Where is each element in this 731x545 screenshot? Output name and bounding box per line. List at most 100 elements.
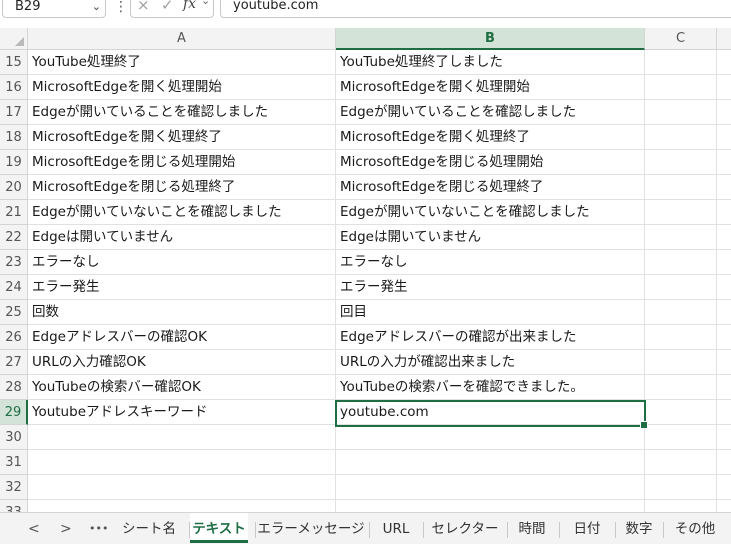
column-header-a[interactable]: A [28,28,336,50]
cell-c[interactable] [645,225,717,250]
cell-a[interactable]: Youtubeアドレスキーワード [28,400,336,425]
cell-b[interactable] [336,475,645,500]
cell-d[interactable] [717,375,731,400]
cell-b[interactable]: MicrosoftEdgeを閉じる処理開始 [336,150,645,175]
cell-a[interactable] [28,450,336,475]
cell-b[interactable] [336,500,645,512]
cell-c[interactable] [645,200,717,225]
cell-b[interactable]: Edgeが開いていることを確認しました [336,100,645,125]
cell-c[interactable] [645,50,717,75]
cell-a[interactable]: MicrosoftEdgeを閉じる処理開始 [28,150,336,175]
cell-d[interactable] [717,150,731,175]
sheet-tab[interactable]: 時間 [508,513,556,545]
cell-c[interactable] [645,175,717,200]
name-box[interactable]: B29 ⌄ [2,0,106,18]
cell-b[interactable]: 回目 [336,300,645,325]
cell-d[interactable] [717,500,731,512]
sheet-tab[interactable]: テキスト [190,513,248,543]
cell-a[interactable]: エラー発生 [28,275,336,300]
prev-sheet-icon[interactable]: < [28,513,40,545]
chevron-down-icon[interactable]: ⌄ [201,0,210,7]
cell-c[interactable] [645,150,717,175]
insert-function-icon[interactable]: fx [183,0,196,12]
next-sheet-icon[interactable]: > [60,513,72,545]
cell-c[interactable] [645,425,717,450]
row-header[interactable]: 27 [0,350,28,375]
cell-b[interactable] [336,425,645,450]
cell-a[interactable]: YouTube処理終了 [28,50,336,75]
cell-b[interactable]: Edgeアドレスバーの確認が出来ました [336,325,645,350]
cell-c[interactable] [645,300,717,325]
cell-b[interactable]: youtube.com [336,400,645,425]
cell-c[interactable] [645,375,717,400]
cell-c[interactable] [645,350,717,375]
cell-b[interactable] [336,450,645,475]
cell-b[interactable]: Edgeは開いていません [336,225,645,250]
cell-b[interactable]: Edgeが開いていないことを確認しました [336,200,645,225]
cell-d[interactable] [717,250,731,275]
cell-c[interactable] [645,325,717,350]
cell-d[interactable] [717,200,731,225]
row-header[interactable]: 25 [0,300,28,325]
cell-d[interactable] [717,475,731,500]
row-header[interactable]: 22 [0,225,28,250]
row-header[interactable]: 33 [0,500,28,512]
cell-c[interactable] [645,475,717,500]
row-header[interactable]: 28 [0,375,28,400]
cell-b[interactable]: URLの入力が確認出来ました [336,350,645,375]
row-header[interactable]: 21 [0,200,28,225]
sheet-tab[interactable]: セレクター [424,513,506,545]
row-header[interactable]: 29 [0,400,28,425]
chevron-down-icon[interactable]: ⌄ [92,0,101,19]
cell-a[interactable]: Edgeが開いていることを確認しました [28,100,336,125]
row-header[interactable]: 23 [0,250,28,275]
cell-d[interactable] [717,125,731,150]
cancel-icon[interactable]: × [137,0,150,14]
sheet-tab[interactable]: 数字 [616,513,662,545]
cell-d[interactable] [717,50,731,75]
more-sheets-icon[interactable]: ••• [89,513,108,545]
cell-a[interactable]: 回数 [28,300,336,325]
cell-d[interactable] [717,175,731,200]
cell-a[interactable]: Edgeは開いていません [28,225,336,250]
cell-a[interactable]: YouTubeの検索バー確認OK [28,375,336,400]
row-header[interactable]: 17 [0,100,28,125]
cell-a[interactable] [28,475,336,500]
sheet-tab[interactable]: エラーメッセージ [256,513,366,545]
cell-a[interactable]: URLの入力確認OK [28,350,336,375]
cell-b[interactable]: MicrosoftEdgeを閉じる処理終了 [336,175,645,200]
cell-d[interactable] [717,225,731,250]
cell-b[interactable]: YouTubeの検索バーを確認できました。 [336,375,645,400]
column-header-c[interactable]: C [645,28,717,50]
cell-d[interactable] [717,100,731,125]
row-header[interactable]: 18 [0,125,28,150]
cell-a[interactable]: MicrosoftEdgeを閉じる処理終了 [28,175,336,200]
cell-c[interactable] [645,100,717,125]
cell-d[interactable] [717,450,731,475]
cell-d[interactable] [717,325,731,350]
cell-b[interactable]: エラーなし [336,250,645,275]
cell-c[interactable] [645,250,717,275]
cell-d[interactable] [717,275,731,300]
row-header[interactable]: 19 [0,150,28,175]
cell-a[interactable]: エラーなし [28,250,336,275]
cell-c[interactable] [645,125,717,150]
cell-a[interactable]: Edgeが開いていないことを確認しました [28,200,336,225]
cell-b[interactable]: エラー発生 [336,275,645,300]
cell-a[interactable] [28,500,336,512]
cell-d[interactable] [717,400,731,425]
cell-c[interactable] [645,500,717,512]
cell-b[interactable]: MicrosoftEdgeを開く処理開始 [336,75,645,100]
cell-b[interactable]: MicrosoftEdgeを開く処理終了 [336,125,645,150]
sheet-tab[interactable]: その他 [664,513,726,545]
cell-a[interactable]: Edgeアドレスバーの確認OK [28,325,336,350]
cell-d[interactable] [717,350,731,375]
row-header[interactable]: 15 [0,50,28,75]
cell-c[interactable] [645,75,717,100]
cell-c[interactable] [645,450,717,475]
row-header[interactable]: 32 [0,475,28,500]
select-all-button[interactable] [0,28,28,50]
sheet-tab[interactable]: URL [370,513,422,545]
cell-a[interactable] [28,425,336,450]
row-header[interactable]: 26 [0,325,28,350]
